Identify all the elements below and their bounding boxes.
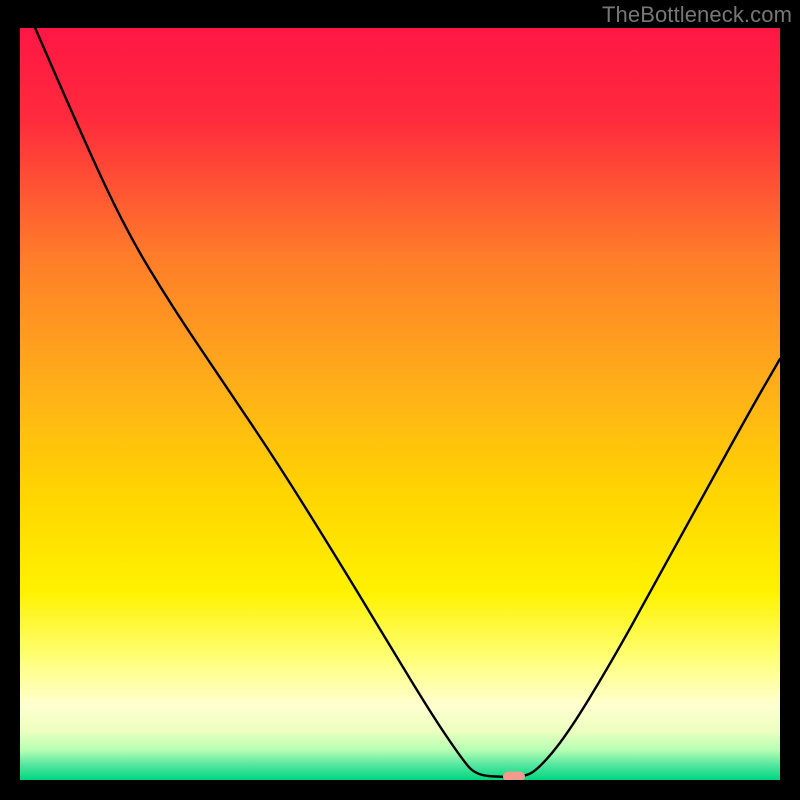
plot-background xyxy=(20,28,780,780)
watermark-text: TheBottleneck.com xyxy=(602,2,792,28)
chart-frame: TheBottleneck.com xyxy=(0,0,800,800)
optimal-marker xyxy=(503,771,525,780)
bottleneck-plot xyxy=(20,28,780,780)
